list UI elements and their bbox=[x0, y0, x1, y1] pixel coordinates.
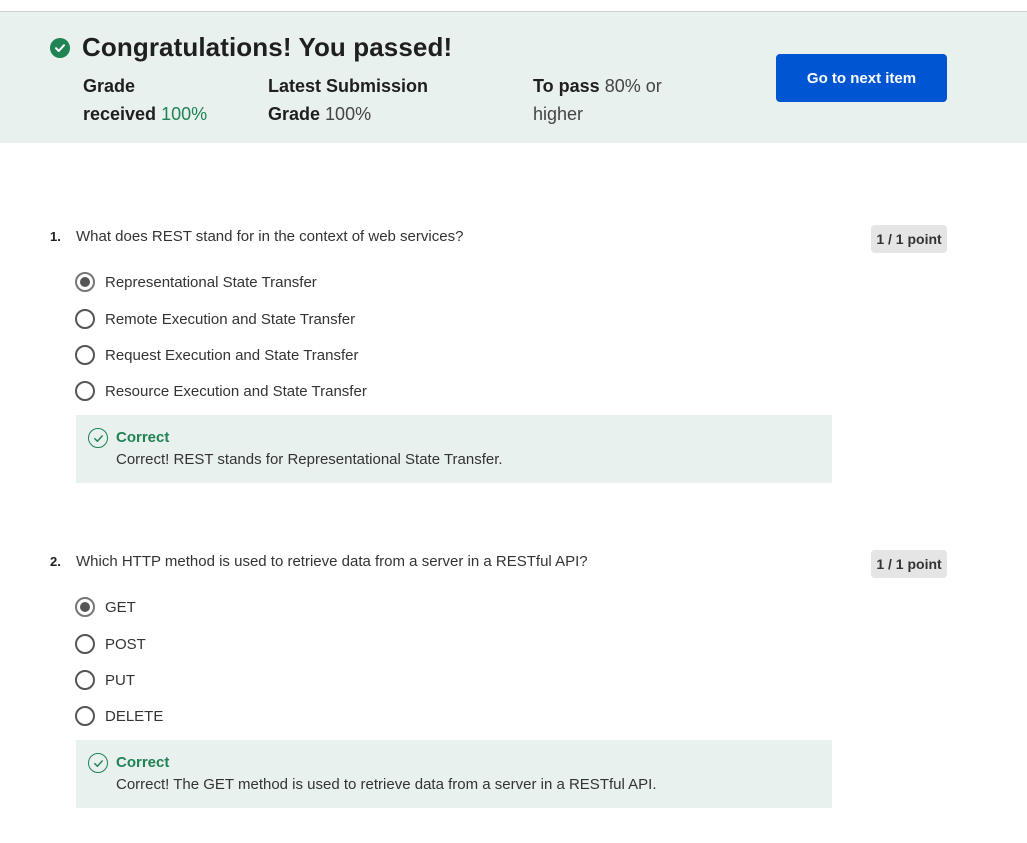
option-label: GET bbox=[105, 598, 136, 616]
option-label: Representational State Transfer bbox=[105, 273, 317, 291]
question-number: 2. bbox=[50, 554, 61, 569]
option-label: PUT bbox=[105, 671, 135, 689]
feedback-title: Correct bbox=[116, 754, 170, 771]
option-item[interactable]: Request Execution and State Transfer bbox=[75, 345, 358, 365]
option-item[interactable]: PUT bbox=[75, 670, 135, 690]
option-item[interactable]: GET bbox=[75, 597, 136, 617]
option-label: DELETE bbox=[105, 707, 164, 725]
pass-title: Congratulations! You passed! bbox=[82, 32, 453, 62]
banner-title-row: Congratulations! You passed! bbox=[50, 32, 452, 63]
radio-icon[interactable] bbox=[75, 670, 95, 690]
latest-submission-grade: Latest Submission Grade 100% bbox=[268, 72, 448, 128]
option-label: Request Execution and State Transfer bbox=[105, 346, 359, 364]
result-banner: Congratulations! You passed! Grade recei… bbox=[0, 12, 1027, 143]
to-pass-label: To pass bbox=[533, 76, 600, 96]
to-pass-value-2: higher bbox=[533, 104, 584, 124]
radio-selected-icon[interactable] bbox=[75, 597, 95, 617]
option-item[interactable]: Remote Execution and State Transfer bbox=[75, 309, 355, 329]
to-pass-threshold: To pass 80% or higher bbox=[533, 72, 683, 128]
radio-selected-icon[interactable] bbox=[75, 272, 95, 292]
points-badge: 1 / 1 point bbox=[871, 225, 947, 253]
question-text: What does REST stand for in the context … bbox=[76, 228, 464, 245]
feedback-text: Correct! The GET method is used to retri… bbox=[116, 776, 657, 793]
check-circle-outline-icon bbox=[88, 428, 108, 448]
option-item[interactable]: Resource Execution and State Transfer bbox=[75, 381, 367, 401]
check-circle-outline-icon bbox=[88, 753, 108, 773]
latest-grade-label: Grade bbox=[268, 104, 321, 124]
feedback-title: Correct bbox=[116, 429, 170, 446]
radio-icon[interactable] bbox=[75, 634, 95, 654]
feedback-box: Correct Correct! The GET method is used … bbox=[76, 740, 832, 808]
option-label: Remote Execution and State Transfer bbox=[105, 310, 356, 328]
option-item[interactable]: DELETE bbox=[75, 706, 163, 726]
radio-icon[interactable] bbox=[75, 309, 95, 329]
radio-icon[interactable] bbox=[75, 706, 95, 726]
radio-icon[interactable] bbox=[75, 345, 95, 365]
grade-received-value: 100% bbox=[161, 104, 208, 124]
grade-received-label: Grade bbox=[83, 76, 136, 96]
to-pass-value: 80% or bbox=[604, 76, 662, 96]
latest-submission-label: Latest Submission bbox=[268, 76, 429, 96]
go-to-next-item-button[interactable]: Go to next item bbox=[776, 54, 947, 102]
feedback-box: Correct Correct! REST stands for Represe… bbox=[76, 415, 832, 483]
question-text: Which HTTP method is used to retrieve da… bbox=[76, 553, 588, 570]
points-badge: 1 / 1 point bbox=[871, 550, 947, 578]
grade-received: Grade received 100% bbox=[83, 72, 233, 128]
option-label: Resource Execution and State Transfer bbox=[105, 382, 367, 400]
question-number: 1. bbox=[50, 229, 61, 244]
option-item[interactable]: POST bbox=[75, 634, 146, 654]
option-item[interactable]: Representational State Transfer bbox=[75, 272, 317, 292]
radio-icon[interactable] bbox=[75, 381, 95, 401]
latest-grade-value: 100% bbox=[325, 104, 372, 124]
option-label: POST bbox=[105, 635, 146, 653]
grade-received-label-2: received bbox=[83, 104, 157, 124]
feedback-text: Correct! REST stands for Representationa… bbox=[116, 451, 503, 468]
check-circle-icon bbox=[50, 37, 70, 58]
